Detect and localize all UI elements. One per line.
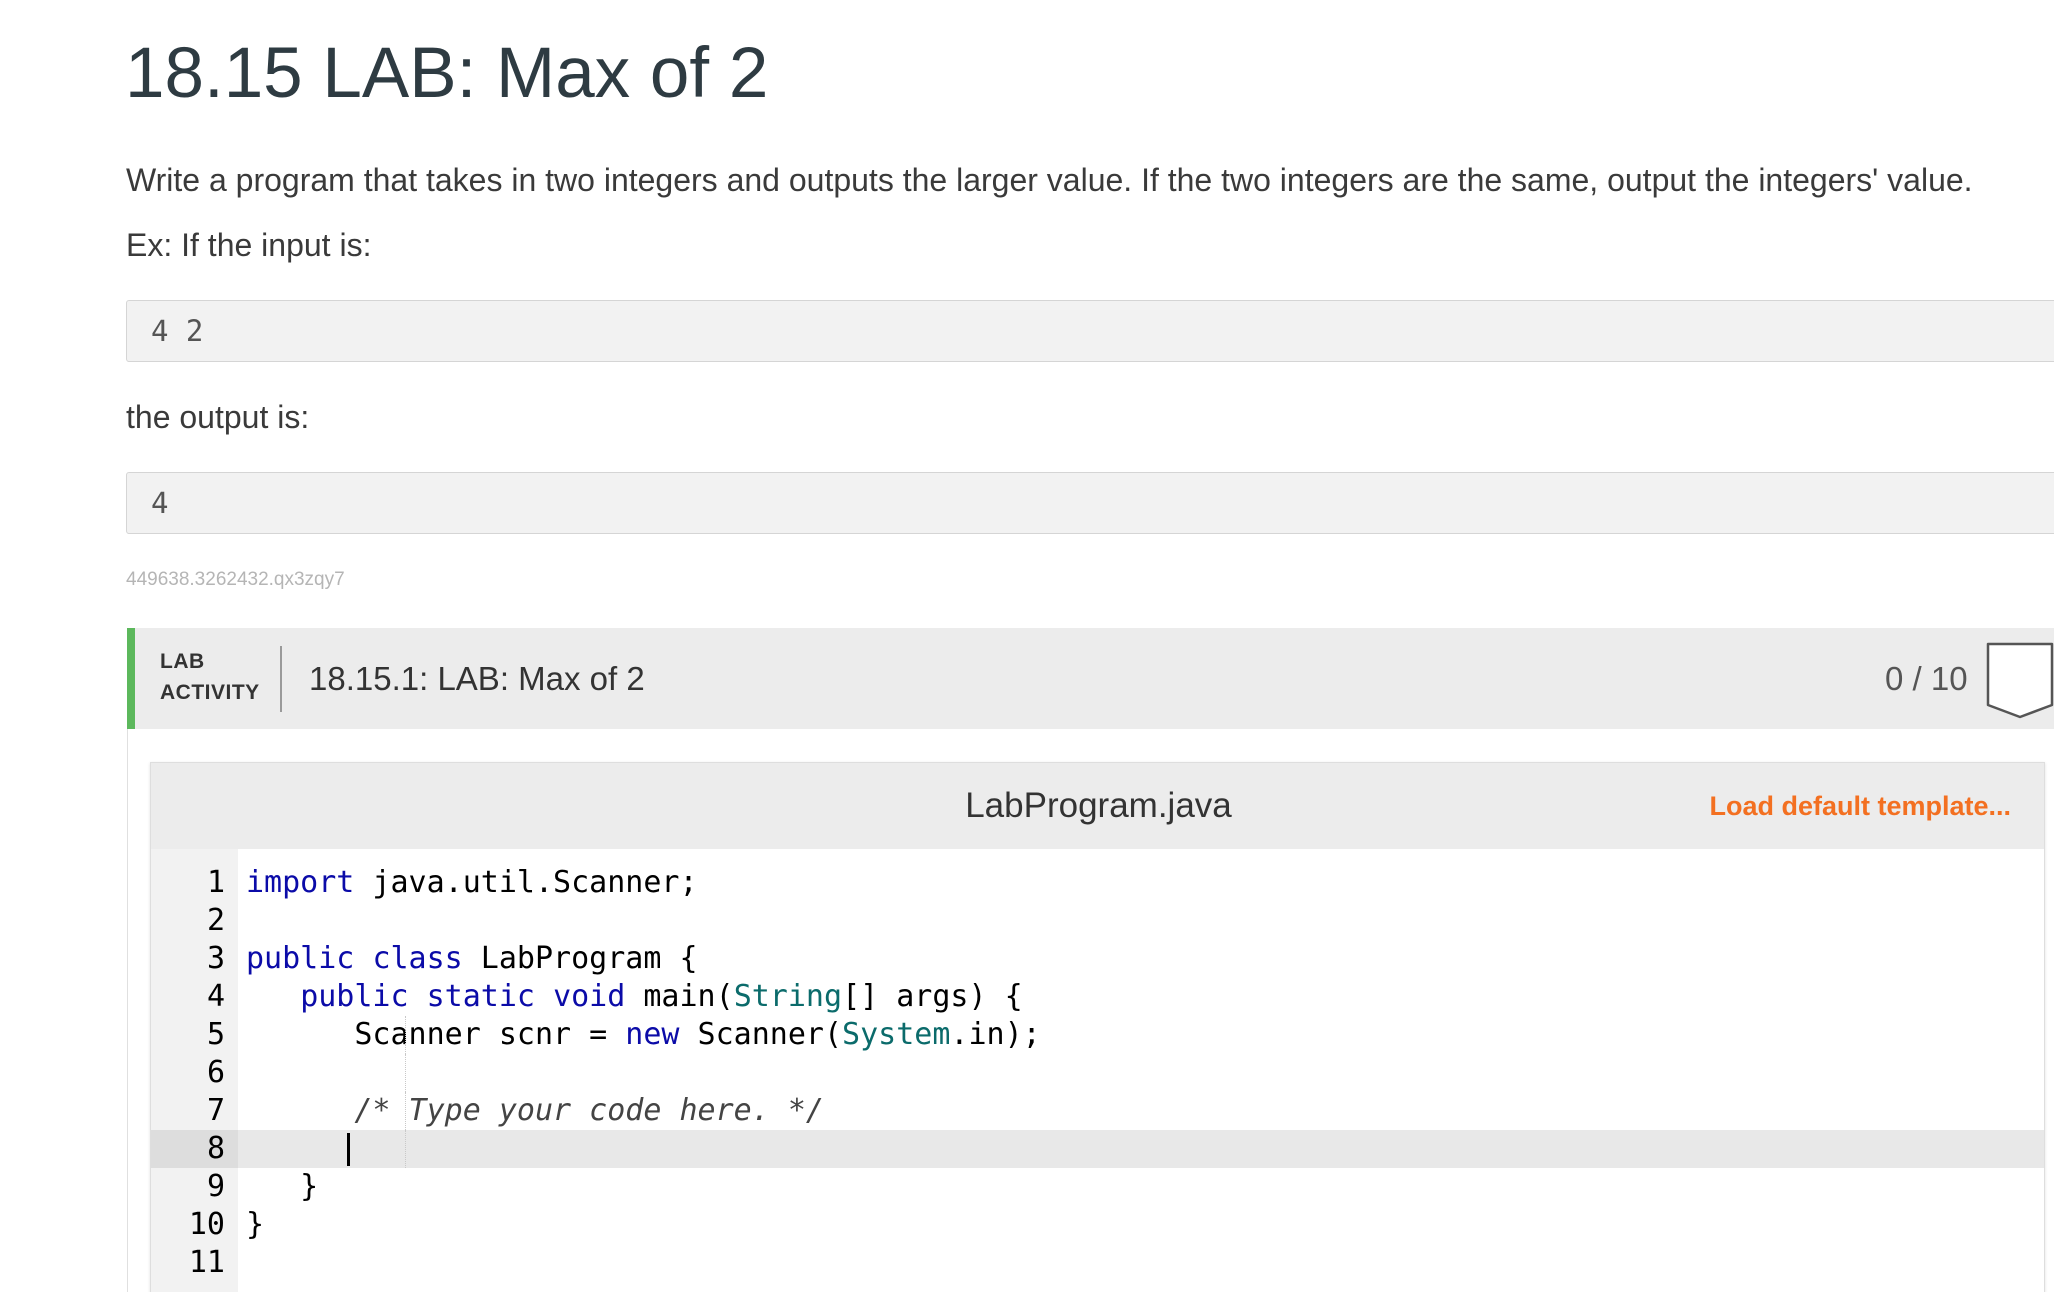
code-token: LabProgram { — [462, 941, 698, 976]
line-number: 11 — [188, 1245, 225, 1280]
code-keyword: public — [300, 979, 409, 1014]
text-cursor — [347, 1133, 350, 1166]
code-type: System — [842, 1017, 951, 1052]
code-comment: /* Type your code here. */ — [354, 1093, 824, 1128]
code-keyword: class — [372, 941, 463, 976]
code-text: import java.util.Scanner; — [246, 864, 698, 902]
code-token: java.util.Scanner; — [354, 865, 698, 900]
line-number: 9 — [206, 1169, 225, 1204]
lab-tag-line1: LAB — [160, 650, 205, 673]
code-keyword: static — [426, 979, 535, 1014]
code-line[interactable]: 10} — [151, 1206, 2044, 1244]
code-token: .in); — [950, 1017, 1041, 1052]
page: 18.15 LAB: Max of 2 Write a program that… — [0, 0, 2054, 1292]
code-token: Scanner( — [679, 1017, 843, 1052]
line-number: 7 — [206, 1093, 225, 1128]
example-output-box: 4 — [126, 472, 2054, 534]
code-token: Scanner scnr = — [246, 1017, 626, 1052]
editor-toolbar: LabProgram.java Load default template... — [151, 763, 2044, 849]
indent-guide — [405, 1054, 406, 1092]
lab-activity-tag: LAB ACTIVITY — [160, 646, 260, 708]
example-input-label: Ex: If the input is: — [126, 227, 372, 263]
code-area[interactable]: 1 import java.util.Scanner; 2 3 public class… — [151, 864, 2044, 1282]
line-number: 8 — [151, 1130, 238, 1168]
lab-header-divider — [280, 646, 282, 712]
code-line[interactable]: 8 — [151, 1130, 2044, 1168]
code-keyword: void — [553, 979, 626, 1014]
code-line[interactable]: 4 public static void main(String[] args)… — [151, 978, 2044, 1016]
line-number: 2 — [206, 903, 225, 938]
code-text: } — [246, 1206, 264, 1244]
lab-activity-header: LAB ACTIVITY 18.15.1: LAB: Max of 2 0 / … — [127, 628, 2054, 729]
lab-score: 0 / 10 — [1885, 660, 1968, 697]
line-number: 5 — [206, 1017, 225, 1052]
zybook-id: 449638.3262432.qx3zqy7 — [126, 569, 345, 590]
line-number: 6 — [206, 1055, 225, 1090]
code-text: } — [246, 1168, 318, 1206]
code-token: main( — [625, 979, 734, 1014]
code-token: } — [246, 1207, 265, 1242]
code-line[interactable]: 3 public class LabProgram { — [151, 940, 2044, 978]
code-type: String — [733, 979, 843, 1014]
indent-guide — [405, 1016, 406, 1054]
page-title: 18.15 LAB: Max of 2 — [125, 34, 769, 113]
example-input-box: 4 2 — [126, 300, 2054, 362]
code-text: Scanner scnr = new Scanner(System.in); — [246, 1016, 1041, 1054]
code-text: /* Type your code here. */ — [246, 1092, 824, 1130]
lab-tag-line2: ACTIVITY — [160, 681, 260, 704]
code-line[interactable]: 6 — [151, 1054, 2044, 1092]
code-line[interactable]: 11 — [151, 1244, 2044, 1282]
code-keyword: new — [625, 1017, 680, 1052]
lab-description: Write a program that takes in two intege… — [126, 162, 1973, 198]
lab-activity-title: 18.15.1: LAB: Max of 2 — [309, 660, 645, 697]
example-output-text: 4 — [151, 486, 169, 520]
line-number: 4 — [206, 979, 225, 1014]
line-number: 3 — [206, 941, 225, 976]
load-default-template-link[interactable]: Load default template... — [1709, 763, 2011, 849]
code-keyword: import — [246, 865, 355, 900]
code-keyword: public — [246, 941, 355, 976]
example-input-text: 4 2 — [151, 314, 204, 348]
example-output-label: the output is: — [126, 399, 310, 435]
code-line[interactable]: 2 — [151, 902, 2044, 940]
code-editor[interactable]: LabProgram.java Load default template...… — [150, 762, 2045, 1292]
code-line[interactable]: 9 } — [151, 1168, 2044, 1206]
lab-accent-bar — [127, 628, 135, 729]
indent-guide — [405, 1130, 406, 1168]
code-line[interactable]: 1 import java.util.Scanner; — [151, 864, 2044, 902]
code-line[interactable]: 5 Scanner scnr = new Scanner(System.in); — [151, 1016, 2044, 1054]
code-text: public static void main(String[] args) { — [246, 978, 1023, 1016]
code-token: } — [246, 1169, 319, 1204]
indent-guide — [405, 1092, 406, 1130]
score-badge-icon — [1986, 642, 2054, 719]
code-token: [] args) { — [842, 979, 1023, 1014]
line-number: 10 — [188, 1207, 225, 1242]
code-line[interactable]: 7 /* Type your code here. */ — [151, 1092, 2044, 1130]
line-number: 1 — [206, 865, 225, 900]
code-text: public class LabProgram { — [246, 940, 698, 978]
